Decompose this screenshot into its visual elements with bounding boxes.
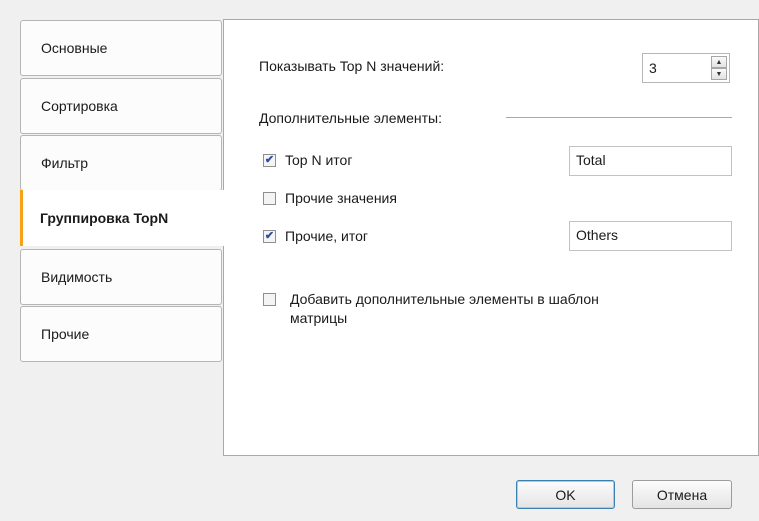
- topn-count-value: 3: [649, 60, 657, 76]
- tab-vidimost[interactable]: Видимость: [20, 249, 222, 305]
- settings-panel: Показывать Top N значений: 3 ▲ ▼ Дополни…: [223, 19, 759, 456]
- tab-gruppirovka-topn[interactable]: Группировка TopN: [20, 190, 226, 246]
- section-divider: [506, 117, 732, 118]
- other-total-checkbox[interactable]: ✔: [263, 229, 276, 243]
- topn-count-spinner[interactable]: 3 ▲ ▼: [642, 53, 730, 83]
- tab-label: Фильтр: [41, 155, 89, 171]
- ok-button[interactable]: OK: [516, 480, 615, 509]
- spinner-down-icon[interactable]: ▼: [711, 68, 727, 80]
- ok-button-label: OK: [555, 486, 576, 503]
- show-topn-row: Показывать Top N значений:: [259, 58, 444, 74]
- tab-label: Группировка TopN: [40, 210, 169, 226]
- extra-section-label: Дополнительные элементы:: [259, 110, 443, 126]
- topn-total-row: ✔ Top N итог: [263, 152, 352, 168]
- other-values-checkbox[interactable]: [263, 191, 276, 205]
- tab-label: Сортировка: [41, 98, 118, 114]
- tab-sortirovka[interactable]: Сортировка: [20, 78, 222, 134]
- add-to-template-row: Добавить дополнительные элементы в шабло…: [263, 290, 599, 328]
- add-to-template-checkbox[interactable]: [263, 293, 276, 306]
- other-total-row: ✔ Прочие, итог: [263, 228, 368, 244]
- other-values-label: Прочие значения: [285, 190, 397, 206]
- tab-osnovnye[interactable]: Основные: [20, 20, 222, 76]
- other-total-label: Прочие, итог: [285, 228, 368, 244]
- other-total-input[interactable]: Others: [569, 221, 732, 251]
- topn-total-value: Total: [576, 152, 606, 168]
- cancel-button[interactable]: Отмена: [632, 480, 732, 509]
- add-to-template-line2: матрицы: [290, 310, 348, 326]
- other-values-row: Прочие значения: [263, 190, 397, 206]
- add-to-template-line1: Добавить дополнительные элементы в шабло…: [290, 291, 599, 307]
- tab-label: Основные: [41, 40, 108, 56]
- topn-total-label: Top N итог: [285, 152, 353, 168]
- tab-label: Видимость: [41, 269, 113, 285]
- cancel-button-label: Отмена: [656, 486, 708, 503]
- tab-prochie[interactable]: Прочие: [20, 306, 222, 362]
- add-to-template-text: Добавить дополнительные элементы в шабло…: [290, 290, 599, 328]
- tab-filtr[interactable]: Фильтр: [20, 135, 222, 191]
- topn-total-checkbox[interactable]: ✔: [263, 153, 276, 167]
- spinner-up-icon[interactable]: ▲: [711, 56, 727, 68]
- extra-elements-heading: Дополнительные элементы:: [259, 110, 442, 126]
- checkmark-icon: ✔: [264, 153, 275, 166]
- checkmark-icon: ✔: [264, 229, 275, 242]
- other-total-value: Others: [576, 227, 619, 243]
- tab-label: Прочие: [41, 326, 90, 342]
- show-topn-label: Показывать Top N значений:: [259, 58, 445, 74]
- topn-total-input[interactable]: Total: [569, 146, 732, 176]
- spinner-buttons: ▲ ▼: [711, 56, 727, 80]
